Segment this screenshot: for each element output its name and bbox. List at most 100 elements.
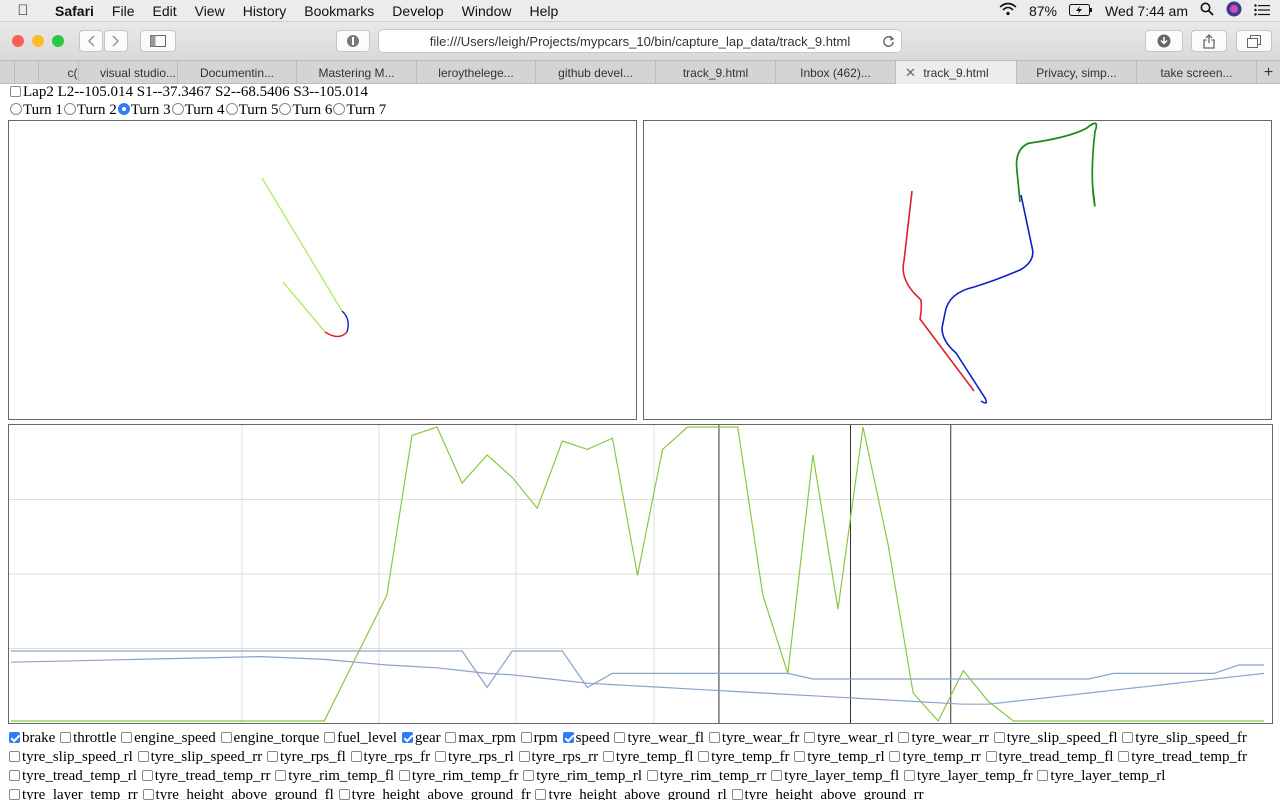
turn-option-2[interactable]: Turn 2	[63, 102, 117, 118]
channel-checkbox[interactable]	[9, 789, 20, 800]
channel-checkbox[interactable]	[324, 732, 336, 743]
channel-checkbox[interactable]	[350, 751, 362, 762]
turn-option-3[interactable]: Turn 3	[117, 102, 171, 118]
menu-edit[interactable]: Edit	[143, 3, 185, 19]
channel-option[interactable]: tyre_height_above_ground_fr	[338, 787, 531, 800]
forward-button[interactable]	[104, 30, 128, 52]
channel-option[interactable]: tyre_layer_temp_fl	[770, 768, 899, 784]
new-tab-button[interactable]: +	[1256, 61, 1280, 84]
tab-5[interactable]: leroythelege...	[416, 61, 535, 84]
turn-option-1[interactable]: Turn 1	[9, 102, 63, 118]
menu-file[interactable]: File	[103, 3, 144, 19]
channel-option[interactable]: tyre_rps_fr	[350, 749, 430, 765]
channel-checkbox[interactable]	[1118, 751, 1130, 762]
channel-checkbox[interactable]	[523, 770, 535, 781]
reload-icon[interactable]	[882, 35, 895, 48]
channel-checkbox[interactable]	[401, 732, 413, 743]
channel-option[interactable]: tyre_layer_temp_rl	[1036, 768, 1165, 784]
channel-checkbox[interactable]	[60, 732, 72, 743]
tab-4[interactable]: Mastering M...	[296, 61, 416, 84]
show-all-tabs-button[interactable]	[1236, 30, 1272, 52]
channel-checkbox[interactable]	[1122, 732, 1134, 743]
tab-11[interactable]: take screen...	[1136, 61, 1256, 84]
turn-radio[interactable]	[171, 103, 184, 115]
channel-checkbox[interactable]	[614, 732, 626, 743]
channel-option[interactable]: tyre_slip_speed_fl	[993, 730, 1118, 746]
tab-1[interactable]: c(	[38, 61, 78, 84]
share-button[interactable]	[1191, 30, 1227, 52]
url-text[interactable]: file:///Users/leigh/Projects/mypcars_10/…	[430, 34, 851, 49]
channel-checkbox[interactable]	[220, 732, 232, 743]
back-button[interactable]	[79, 30, 103, 52]
close-tab-icon[interactable]: ✕	[905, 65, 916, 81]
channel-checkbox[interactable]	[1037, 770, 1049, 781]
channel-checkbox[interactable]	[646, 770, 658, 781]
pinned-tab[interactable]	[14, 61, 38, 84]
channel-option[interactable]: tyre_rps_fl	[266, 749, 346, 765]
channel-option[interactable]: tyre_height_above_ground_fl	[142, 787, 334, 800]
battery-percent[interactable]: 87%	[1029, 3, 1057, 19]
tab-8[interactable]: Inbox (462)...	[775, 61, 895, 84]
channel-checkbox[interactable]	[518, 751, 530, 762]
menu-develop[interactable]: Develop	[383, 3, 452, 19]
turn-radio[interactable]	[63, 103, 76, 115]
channel-checkbox[interactable]	[698, 751, 710, 762]
zoom-window-button[interactable]	[52, 35, 64, 47]
channel-checkbox[interactable]	[985, 751, 997, 762]
channel-option[interactable]: tyre_slip_speed_fr	[1121, 730, 1247, 746]
channel-option[interactable]: tyre_height_above_ground_rr	[731, 787, 924, 800]
channel-checkbox[interactable]	[434, 751, 446, 762]
channel-option[interactable]: tyre_temp_rr	[888, 749, 981, 765]
menu-app-name[interactable]: Safari	[46, 3, 103, 19]
channel-checkbox[interactable]	[137, 751, 149, 762]
channel-option[interactable]: tyre_temp_fl	[602, 749, 693, 765]
channel-option[interactable]: brake	[8, 730, 55, 746]
spotlight-search-icon[interactable]	[1200, 2, 1214, 19]
channel-checkbox[interactable]	[708, 732, 720, 743]
channel-checkbox[interactable]	[9, 751, 20, 762]
apple-icon[interactable]: 	[0, 2, 46, 19]
menu-bookmarks[interactable]: Bookmarks	[295, 3, 383, 19]
channel-option[interactable]: tyre_tread_temp_fr	[1117, 749, 1247, 765]
sidebar-button[interactable]	[140, 30, 176, 52]
turn-radio[interactable]	[333, 103, 346, 115]
channel-checkbox[interactable]	[535, 789, 547, 800]
channel-option[interactable]: tyre_rim_temp_rl	[522, 768, 642, 784]
menu-view[interactable]: View	[186, 3, 234, 19]
channel-checkbox[interactable]	[731, 789, 743, 800]
menu-window[interactable]: Window	[453, 3, 521, 19]
channel-option[interactable]: tyre_rim_temp_rr	[646, 768, 766, 784]
channel-checkbox[interactable]	[889, 751, 901, 762]
channel-checkbox[interactable]	[9, 770, 20, 781]
channel-checkbox[interactable]	[993, 732, 1005, 743]
track-map-canvas[interactable]	[643, 120, 1272, 420]
channel-option[interactable]: tyre_rim_temp_fr	[398, 768, 518, 784]
channel-option[interactable]: fuel_level	[323, 730, 397, 746]
channel-checkbox[interactable]	[794, 751, 806, 762]
downloads-button[interactable]	[1145, 30, 1183, 52]
channel-checkbox[interactable]	[520, 732, 532, 743]
channel-checkbox[interactable]	[898, 732, 910, 743]
siri-icon[interactable]	[1226, 1, 1242, 20]
channel-checkbox[interactable]	[142, 789, 154, 800]
turn-radio[interactable]	[10, 103, 22, 115]
address-bar[interactable]: file:///Users/leigh/Projects/mypcars_10/…	[378, 29, 902, 53]
wifi-icon[interactable]	[999, 2, 1017, 19]
channel-checkbox[interactable]	[9, 732, 20, 743]
turn-option-6[interactable]: Turn 6	[278, 102, 332, 118]
channel-option[interactable]: rpm	[520, 730, 558, 746]
channel-option[interactable]: max_rpm	[444, 730, 516, 746]
tab-active[interactable]: ✕ track_9.html	[895, 61, 1016, 84]
channel-option[interactable]: tyre_wear_fl	[613, 730, 704, 746]
channel-option[interactable]: tyre_wear_rr	[897, 730, 989, 746]
channel-option[interactable]: engine_speed	[120, 730, 216, 746]
channel-option[interactable]: tyre_slip_speed_rl	[8, 749, 133, 765]
channel-option[interactable]: tyre_temp_fr	[697, 749, 789, 765]
channel-option[interactable]: tyre_rim_temp_fl	[274, 768, 394, 784]
channel-option[interactable]: throttle	[59, 730, 116, 746]
channel-option[interactable]: tyre_tread_temp_rl	[8, 768, 137, 784]
clock[interactable]: Wed 7:44 am	[1105, 3, 1188, 19]
lap-selector[interactable]: Lap2 L2--105.014 S1--37.3467 S2--68.5406…	[9, 84, 368, 101]
tab-10[interactable]: Privacy, simp...	[1016, 61, 1136, 84]
turn-option-7[interactable]: Turn 7	[332, 102, 386, 118]
